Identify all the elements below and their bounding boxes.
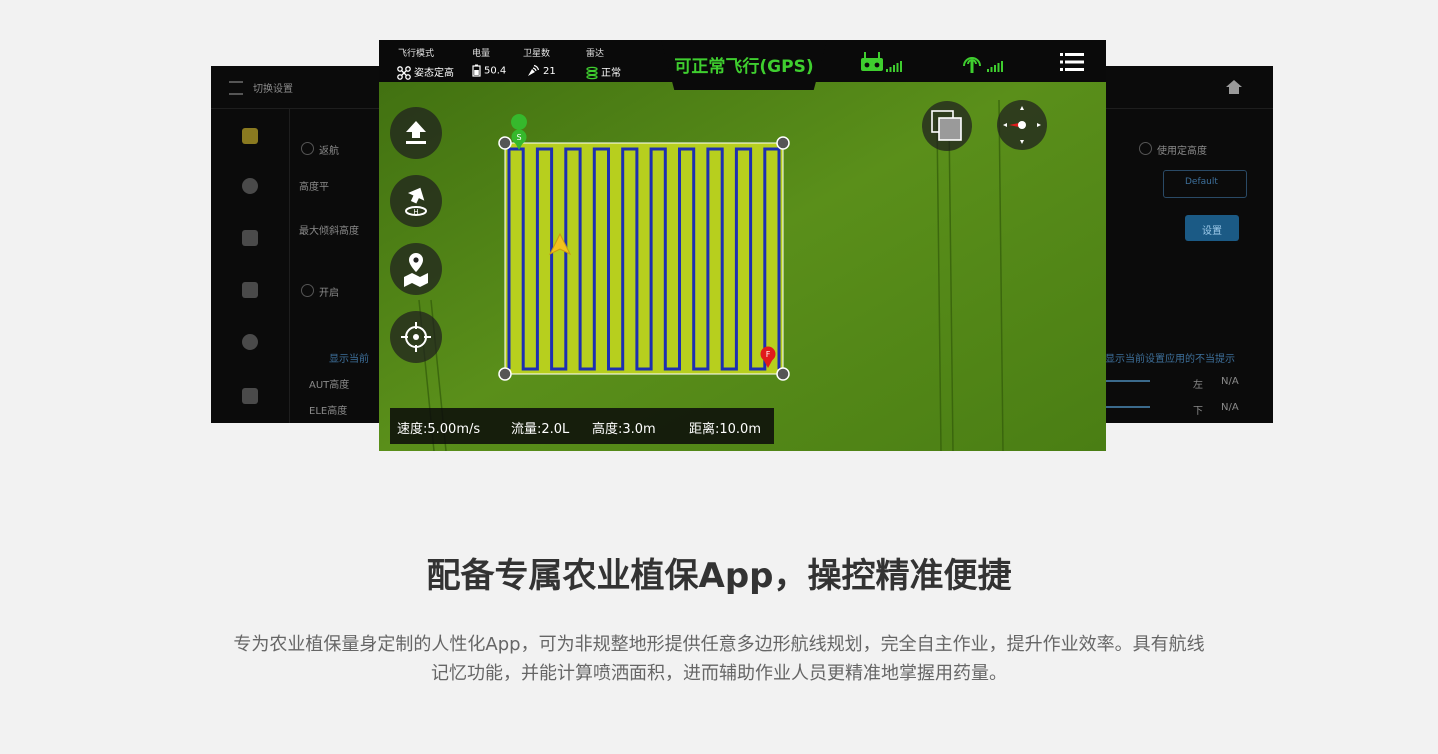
feature-headline: 配备专属农业植保App，操控精准便捷 bbox=[426, 556, 1012, 596]
flight-control-app-screen: S F 飞行模式 姿态定高 电量 50.4 卫星数 21 雷达 正常 可正常飞行… bbox=[379, 40, 1106, 451]
speed-readout: 速度:5.00m/s bbox=[397, 422, 481, 437]
bg-radio-enable bbox=[301, 284, 314, 297]
svg-text:F: F bbox=[766, 350, 771, 359]
distance-readout: 距离:10.0m bbox=[689, 422, 761, 437]
compass-icon bbox=[1003, 106, 1041, 144]
target-locate-button[interactable] bbox=[390, 311, 442, 363]
rtk-signal-icon bbox=[963, 57, 981, 73]
feature-description-line: 记忆功能，并能计算喷洒面积，进而辅助作业人员更精准地掌握用药量。 bbox=[431, 663, 1007, 684]
bg-note: 显示当前 bbox=[329, 354, 369, 365]
feature-description-line: 专为农业植保量身定制的人性化App，可为非规整地形提供任意多边形航线规划，完全自… bbox=[233, 634, 1205, 655]
svg-text:S: S bbox=[516, 133, 521, 142]
radar-label: 雷达 bbox=[586, 49, 605, 59]
flight-status-text: 可正常飞行(GPS) bbox=[674, 57, 814, 77]
satellites-value: 21 bbox=[543, 66, 556, 77]
bg-set-button-label: 设置 bbox=[1202, 226, 1222, 237]
bg-item: 最大倾斜高度 bbox=[299, 226, 359, 237]
bg-radio-fixed-height bbox=[1139, 142, 1152, 155]
return-home-icon: H bbox=[405, 187, 427, 216]
telemetry-bar: 速度:5.00m/s 流量:2.0L 高度:3.0m 距离:10.0m bbox=[390, 408, 774, 444]
nav-spray-icon bbox=[242, 230, 258, 246]
bg-item: ELE高度 bbox=[309, 406, 348, 417]
bg-item: N/A bbox=[1221, 376, 1239, 387]
rtk-signal-bars-icon bbox=[987, 61, 1003, 72]
bg-item: 开启 bbox=[319, 288, 339, 299]
altitude-readout: 高度:3.0m bbox=[592, 422, 656, 437]
radar-icon bbox=[586, 66, 598, 80]
nav-gear-icon bbox=[242, 178, 258, 194]
planned-area bbox=[504, 142, 784, 375]
battery-value: 50.4 bbox=[484, 65, 507, 77]
menu-icon[interactable] bbox=[1060, 53, 1084, 71]
map-location-icon bbox=[404, 253, 428, 287]
bg-item: N/A bbox=[1221, 402, 1239, 413]
bg-axis: 左 bbox=[1193, 380, 1203, 391]
layers-button[interactable] bbox=[922, 101, 972, 151]
flight-mode-label: 飞行模式 bbox=[398, 49, 435, 59]
battery-icon bbox=[472, 64, 481, 77]
return-home-button[interactable]: H bbox=[390, 175, 442, 227]
takeoff-icon bbox=[406, 121, 426, 144]
bg-default-select-label: Default bbox=[1185, 177, 1218, 187]
radar-value-wrap: 正常 bbox=[586, 64, 621, 80]
settings-list-icon bbox=[229, 81, 243, 95]
satellite-icon bbox=[528, 64, 540, 76]
battery-value-wrap: 50.4 bbox=[472, 64, 506, 77]
compass-button[interactable] bbox=[997, 100, 1047, 150]
nav-doc-icon bbox=[242, 388, 258, 404]
target-locate-icon bbox=[401, 322, 431, 352]
background-side-nav bbox=[211, 108, 290, 423]
satellites-value-wrap: 21 bbox=[526, 64, 556, 78]
map-location-button[interactable] bbox=[390, 243, 442, 295]
feature-description: 专为农业植保量身定制的人性化App，可为非规整地形提供任意多边形航线规划，完全自… bbox=[209, 630, 1229, 688]
bg-slider bbox=[1105, 406, 1150, 408]
radar-value: 正常 bbox=[601, 68, 621, 79]
bg-radio-return bbox=[301, 142, 314, 155]
bg-axis: 下 bbox=[1193, 406, 1203, 417]
home-icon bbox=[1226, 80, 1242, 94]
bg-item: 使用定高度 bbox=[1157, 146, 1207, 157]
bg-note: 显示当前设置应用的不当提示 bbox=[1105, 354, 1235, 365]
signal-bars-icon bbox=[886, 61, 902, 72]
nav-dial-icon bbox=[242, 334, 258, 350]
nav-file-icon bbox=[242, 282, 258, 298]
drone-icon bbox=[397, 66, 411, 80]
flight-mode-value-wrap: 姿态定高 bbox=[397, 64, 454, 80]
flight-mode-value: 姿态定高 bbox=[414, 68, 454, 79]
bg-slider bbox=[1105, 380, 1150, 382]
nav-drone-icon bbox=[242, 128, 258, 144]
bg-item: 返航 bbox=[319, 146, 339, 157]
satellites-label: 卫星数 bbox=[523, 49, 551, 59]
svg-text:H: H bbox=[413, 208, 418, 216]
layers-icon bbox=[931, 110, 962, 141]
bg-item: AUT高度 bbox=[309, 380, 350, 391]
bg-item: 高度平 bbox=[299, 182, 329, 193]
background-panel-title: 切换设置 bbox=[253, 84, 293, 95]
flow-readout: 流量:2.0L bbox=[511, 422, 570, 437]
battery-label: 电量 bbox=[472, 49, 491, 59]
remote-controller-icon bbox=[861, 52, 883, 71]
takeoff-button[interactable] bbox=[390, 107, 442, 159]
